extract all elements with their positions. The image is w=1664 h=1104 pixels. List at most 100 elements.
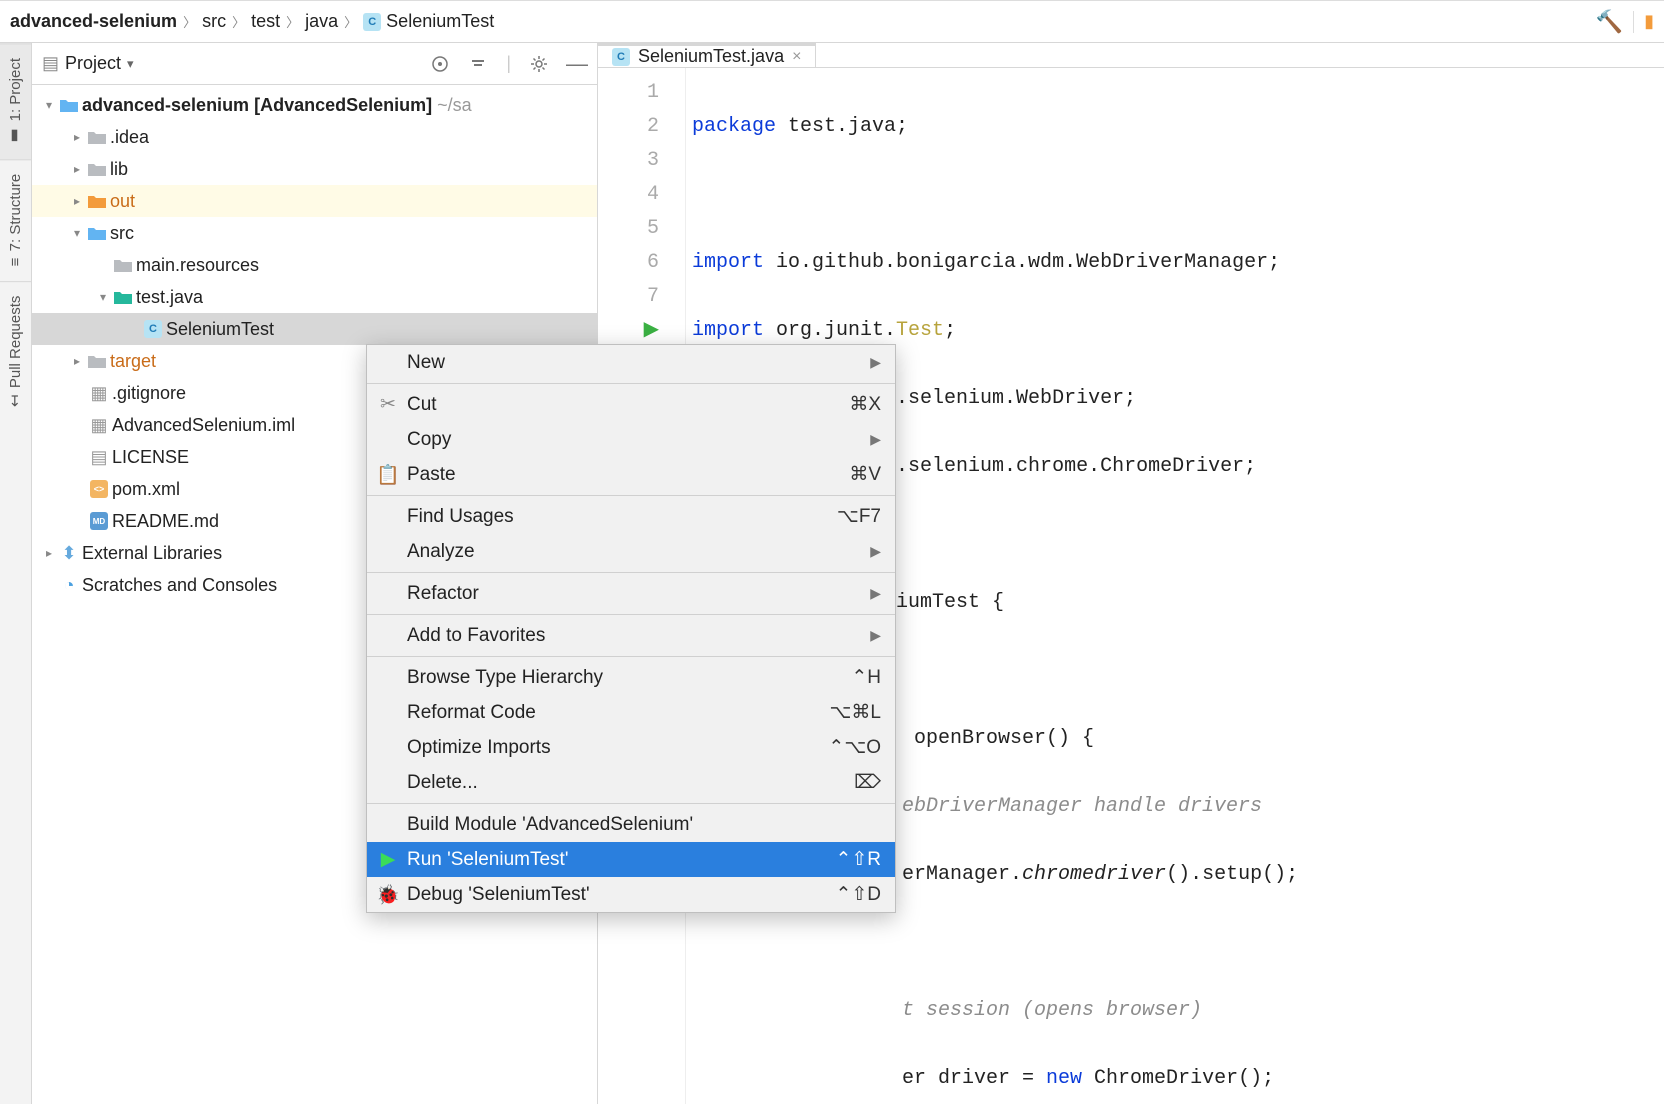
- menu-separator: [367, 803, 895, 804]
- menu-delete[interactable]: Delete... ⌦: [367, 765, 895, 800]
- code-text: er driver =: [902, 1067, 1046, 1090]
- chevron-down-icon[interactable]: ▾: [127, 56, 134, 72]
- menu-label: Cut: [407, 394, 437, 416]
- breadcrumb-label: java: [305, 11, 338, 32]
- breadcrumb-item-java[interactable]: java: [305, 11, 338, 32]
- submenu-icon: ▶: [870, 585, 881, 602]
- menu-label: New: [407, 352, 445, 374]
- breadcrumb-label: src: [202, 11, 226, 32]
- menu-optimize[interactable]: Optimize Imports ⌃⌥O: [367, 730, 895, 765]
- folder-icon: [86, 162, 108, 176]
- menu-new[interactable]: New ▶: [367, 345, 895, 380]
- tab-project[interactable]: ▮ 1: Project: [0, 43, 31, 159]
- line-number: 4: [598, 178, 659, 212]
- menu-build-module[interactable]: Build Module 'AdvancedSelenium': [367, 807, 895, 842]
- menu-cut[interactable]: ✂ Cut ⌘X: [367, 387, 895, 422]
- file-icon: ▦: [88, 383, 110, 404]
- menu-favorites[interactable]: Add to Favorites ▶: [367, 618, 895, 653]
- tab-structure[interactable]: ≡ 7: Structure: [0, 159, 31, 280]
- chevron-down-icon[interactable]: ▾: [94, 290, 112, 304]
- menu-analyze[interactable]: Analyze ▶: [367, 534, 895, 569]
- chevron-right-icon[interactable]: ▸: [68, 354, 86, 368]
- code-text: ChromeDriver();: [1082, 1067, 1274, 1090]
- chevron-down-icon[interactable]: ▾: [68, 226, 86, 240]
- menu-separator: [367, 495, 895, 496]
- tab-pull-requests[interactable]: ↤ Pull Requests: [0, 281, 31, 421]
- submenu-icon: ▶: [870, 431, 881, 448]
- menu-shortcut: ⌦: [854, 771, 881, 794]
- editor-tab-label: SeleniumTest.java: [638, 46, 784, 67]
- structure-icon: ≡: [7, 258, 24, 267]
- minimize-icon[interactable]: —: [567, 54, 587, 74]
- chevron-right-icon[interactable]: ▸: [40, 546, 58, 560]
- menu-label: Debug 'SeleniumTest': [407, 884, 590, 906]
- code-kw: import: [692, 251, 764, 274]
- menu-shortcut: ⌃⌥O: [828, 736, 881, 759]
- tree-test-java[interactable]: ▾ test.java: [32, 281, 597, 313]
- collapse-all-icon[interactable]: [468, 54, 488, 74]
- tree-label: main.resources: [134, 255, 259, 276]
- tree-label: src: [108, 223, 134, 244]
- tree-idea[interactable]: ▸ .idea: [32, 121, 597, 153]
- tree-label: LICENSE: [110, 447, 189, 468]
- gear-icon[interactable]: [529, 54, 549, 74]
- breadcrumb-item-root[interactable]: advanced-selenium: [10, 11, 177, 32]
- tree-label: pom.xml: [110, 479, 180, 500]
- breadcrumb-label: advanced-selenium: [10, 11, 177, 32]
- tree-selenium-test[interactable]: C SeleniumTest: [32, 313, 597, 345]
- folder-icon: [112, 258, 134, 272]
- folder-icon: [112, 290, 134, 304]
- chevron-right-icon[interactable]: ▸: [68, 130, 86, 144]
- menu-reformat[interactable]: Reformat Code ⌥⌘L: [367, 695, 895, 730]
- chevron-right-icon[interactable]: ▸: [68, 162, 86, 176]
- menu-shortcut: ⌃H: [851, 666, 881, 689]
- build-icon[interactable]: 🔨: [1596, 9, 1623, 35]
- breadcrumb-item-test[interactable]: test: [251, 11, 280, 32]
- menu-browse-hierarchy[interactable]: Browse Type Hierarchy ⌃H: [367, 660, 895, 695]
- class-icon: C: [363, 13, 381, 31]
- folder-icon: [86, 226, 108, 240]
- code-kw: import: [692, 319, 764, 342]
- menu-shortcut: ⌥F7: [837, 505, 881, 528]
- paste-icon: 📋: [377, 463, 399, 487]
- toolbar-extra-icon[interactable]: ▮: [1644, 11, 1654, 32]
- menu-label: Refactor: [407, 583, 479, 605]
- menu-label: Paste: [407, 464, 456, 486]
- menu-label: Analyze: [407, 541, 475, 563]
- code-kw: new: [1046, 1067, 1082, 1090]
- breadcrumb-item-src[interactable]: src: [202, 11, 226, 32]
- close-icon[interactable]: ×: [792, 48, 801, 66]
- line-number: 3: [598, 144, 659, 178]
- tree-label: target: [108, 351, 156, 372]
- tree-src[interactable]: ▾ src: [32, 217, 597, 249]
- menu-separator: [367, 614, 895, 615]
- chevron-down-icon[interactable]: ▾: [40, 98, 58, 112]
- run-gutter-icon[interactable]: ▶: [598, 314, 659, 348]
- submenu-icon: ▶: [870, 627, 881, 644]
- menu-find-usages[interactable]: Find Usages ⌥F7: [367, 499, 895, 534]
- class-icon: C: [612, 48, 630, 66]
- tab-label: 7: Structure: [7, 174, 24, 252]
- tree-out[interactable]: ▸ out: [32, 185, 597, 217]
- code-text: ;: [944, 319, 956, 342]
- editor-tab-selenium[interactable]: C SeleniumTest.java ×: [598, 43, 816, 67]
- menu-debug[interactable]: 🐞 Debug 'SeleniumTest' ⌃⇧D: [367, 877, 895, 912]
- code-comment: t session (opens browser): [902, 999, 1202, 1022]
- menu-run[interactable]: ▶ Run 'SeleniumTest' ⌃⇧R: [367, 842, 895, 877]
- menu-paste[interactable]: 📋 Paste ⌘V: [367, 457, 895, 492]
- locate-icon[interactable]: [430, 54, 450, 74]
- chevron-right-icon[interactable]: ▸: [68, 194, 86, 208]
- project-header: ▤ Project ▾ | —: [32, 43, 597, 85]
- menu-refactor[interactable]: Refactor ▶: [367, 576, 895, 611]
- tree-root[interactable]: ▾ advanced-selenium [AdvancedSelenium] ~…: [32, 89, 597, 121]
- tree-label: README.md: [110, 511, 219, 532]
- code-text: chromedriver: [1022, 863, 1166, 886]
- menu-separator: [367, 383, 895, 384]
- menu-label: Reformat Code: [407, 702, 536, 724]
- tree-main-resources[interactable]: main.resources: [32, 249, 597, 281]
- tree-lib[interactable]: ▸ lib: [32, 153, 597, 185]
- breadcrumb-item-class[interactable]: C SeleniumTest: [363, 11, 494, 32]
- line-number: 2: [598, 110, 659, 144]
- play-icon: ▶: [377, 848, 399, 871]
- menu-copy[interactable]: Copy ▶: [367, 422, 895, 457]
